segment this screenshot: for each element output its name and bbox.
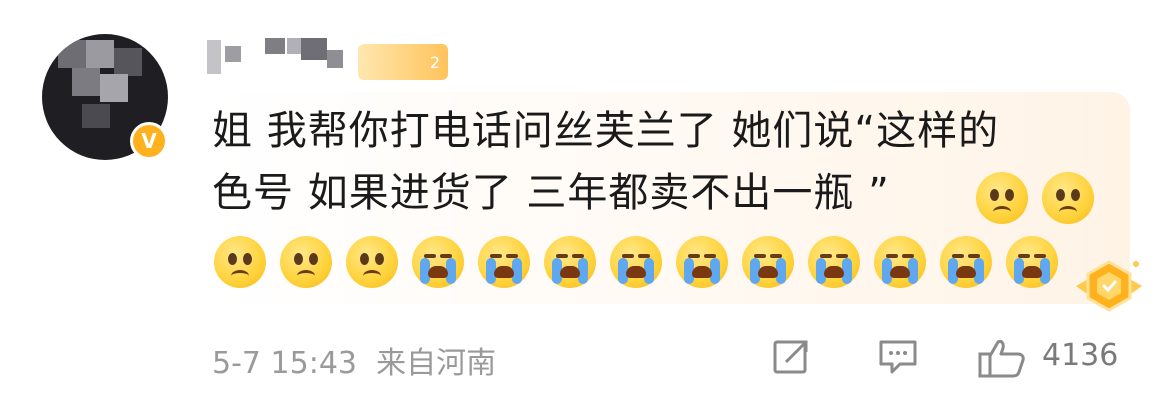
share-icon[interactable]	[772, 338, 812, 376]
verified-badge-icon: V	[130, 122, 168, 160]
like-icon[interactable]	[978, 338, 1026, 378]
comment-footer: 5-7 15:43 来自河南 4136	[212, 338, 1132, 381]
crying-face-icon	[412, 236, 464, 288]
crying-face-icon	[610, 236, 662, 288]
avatar-mosaic	[72, 68, 100, 96]
avatar-mosaic	[86, 40, 114, 68]
avatar-mosaic	[58, 40, 86, 68]
crying-face-icon	[478, 236, 530, 288]
sad-face-icon	[214, 236, 266, 288]
emoji-row	[214, 236, 1058, 288]
avatar-mosaic	[100, 74, 128, 102]
sad-face-icon	[346, 236, 398, 288]
level-badge: 2	[358, 44, 448, 80]
level-number: 2	[429, 52, 440, 72]
crying-face-icon	[874, 236, 926, 288]
comment-line-2: 色号 如果进货了 三年都卖不出一瓶 ”	[212, 170, 890, 216]
avatar-mosaic	[114, 48, 142, 76]
medal-badge-icon	[1076, 260, 1142, 312]
avatar-mosaic	[82, 104, 110, 128]
emoji-row-inline	[976, 172, 1094, 224]
crying-face-icon	[742, 236, 794, 288]
location: 来自河南	[376, 346, 497, 381]
sad-face-icon	[976, 172, 1028, 224]
like-count: 4136	[1042, 338, 1119, 373]
comment-line-1: 姐 我帮你打电话问丝芙兰了 她们说“这样的	[212, 108, 1000, 154]
timestamp: 5-7 15:43 来自河南	[212, 346, 497, 381]
sad-face-icon	[1042, 172, 1094, 224]
crying-face-icon	[940, 236, 992, 288]
username-blurred[interactable]	[207, 38, 357, 78]
crying-face-icon	[808, 236, 860, 288]
crying-face-icon	[676, 236, 728, 288]
crying-face-icon	[1006, 236, 1058, 288]
comment-icon[interactable]	[878, 338, 918, 376]
crying-face-icon	[544, 236, 596, 288]
sad-face-icon	[280, 236, 332, 288]
